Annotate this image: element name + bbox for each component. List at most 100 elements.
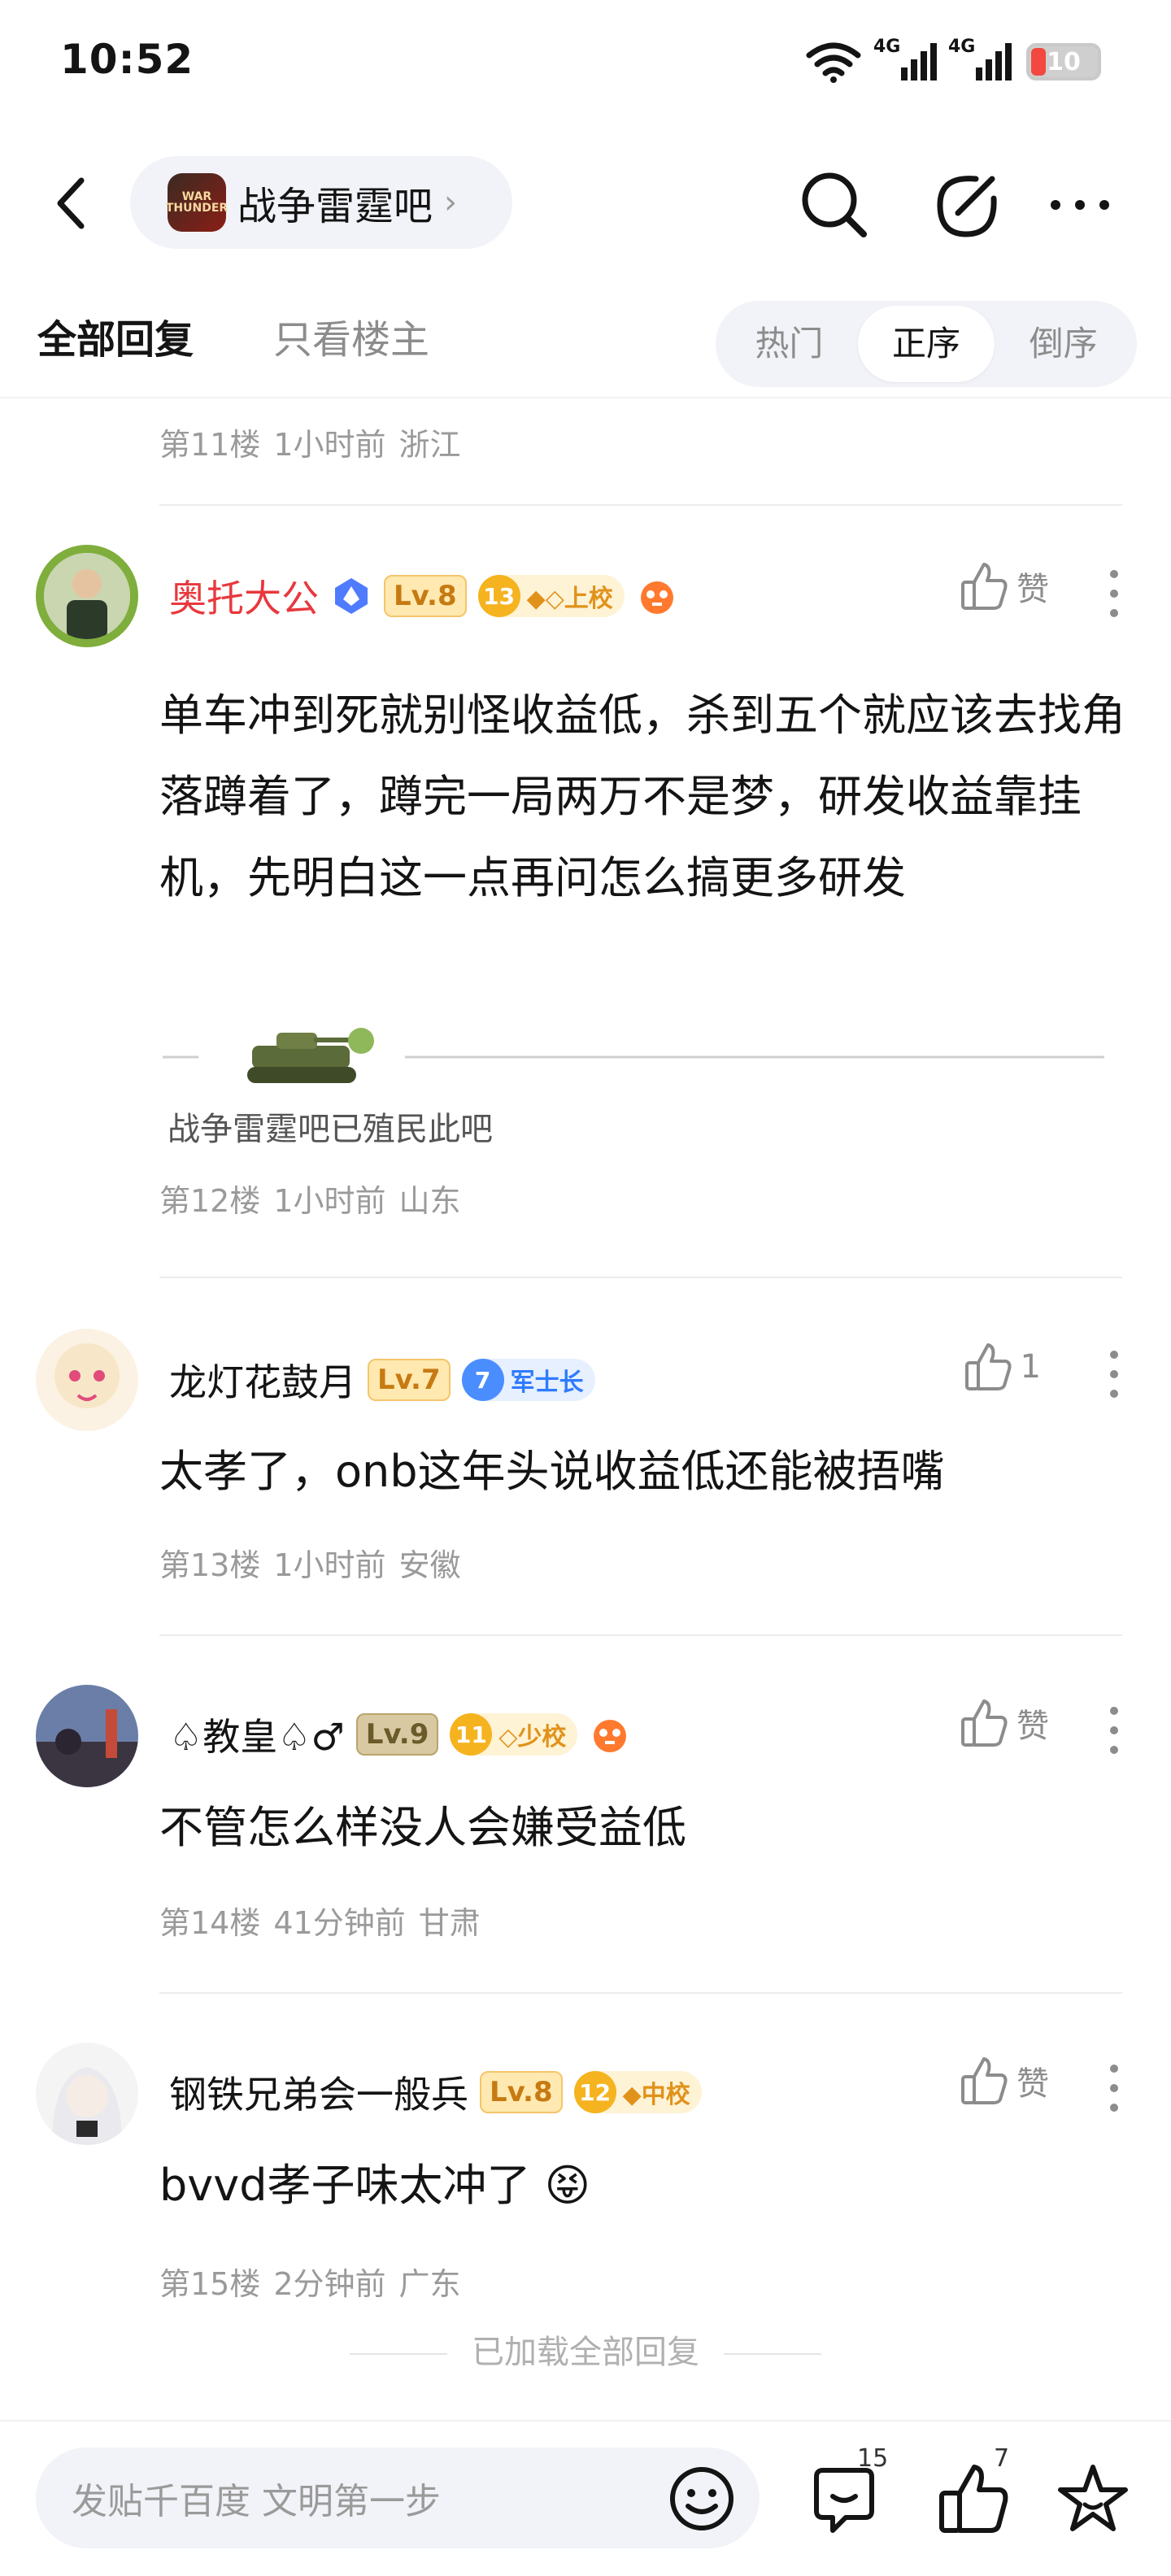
like-button[interactable]: 赞	[960, 2056, 1049, 2106]
rank-title: ◆中校	[622, 2081, 690, 2109]
like-label: 赞	[1016, 2065, 1049, 2103]
share-edit-icon[interactable]	[927, 166, 1005, 244]
level-badge: Lv.8	[384, 575, 467, 617]
more-vertical-icon[interactable]	[1106, 1348, 1122, 1400]
gamepad-icon	[640, 581, 673, 614]
rank-number: 7	[461, 1359, 504, 1401]
user-row: 钢铁兄弟会一般兵 Lv.8 12 ◆中校	[169, 2064, 702, 2121]
gamepad-icon	[594, 1720, 627, 1752]
username[interactable]: ♤教皇♤♂	[169, 1708, 345, 1761]
floor-number: 第14楼	[159, 1905, 261, 1941]
avatar-image	[36, 1685, 138, 1787]
sort-ascending[interactable]: 正序	[857, 306, 995, 382]
avatar-image	[44, 553, 130, 639]
star-icon[interactable]	[1054, 2461, 1132, 2539]
rank-title: ◆◇上校	[526, 585, 613, 613]
rank-number: 12	[573, 2071, 616, 2113]
tank-divider-icon	[163, 1028, 1104, 1083]
floor-number: 第12楼	[159, 1183, 261, 1219]
tab-owner-only[interactable]: 只看楼主	[273, 307, 429, 364]
divider	[159, 504, 1122, 506]
reply-input[interactable]: 发贴千百度 文明第一步	[36, 2448, 760, 2548]
more-vertical-icon[interactable]	[1106, 568, 1122, 620]
rank-badge: 11 ◇少校	[450, 1713, 578, 1756]
load-all-notice: 已加载全部回复	[0, 2326, 1171, 2373]
floor-number: 第11楼	[159, 427, 261, 463]
status-time: 10:52	[60, 36, 194, 83]
like-button[interactable]: 1	[964, 1342, 1041, 1392]
username[interactable]: 奥托大公	[169, 569, 319, 623]
sort-descending[interactable]: 倒序	[995, 306, 1132, 382]
floor-number: 第15楼	[159, 2266, 261, 2302]
user-row: 奥托大公 Lv.8 13 ◆◇上校	[169, 568, 678, 624]
network-label-1: 4G	[873, 37, 901, 57]
like-button[interactable]: 赞	[960, 1698, 1049, 1748]
rank-number: 13	[477, 575, 520, 617]
post-meta: 第14楼 41分钟前 甘肃	[159, 1898, 494, 1943]
wifi-icon	[806, 42, 861, 83]
username[interactable]: 龙灯花鼓月	[169, 1353, 356, 1407]
bottom-bar: 发贴千百度 文明第一步 15 7	[0, 2420, 1171, 2576]
avatar[interactable]	[36, 1685, 138, 1787]
level-badge: Lv.8	[480, 2071, 563, 2113]
vip-crown-icon	[335, 578, 368, 614]
battery-icon: 10	[1026, 43, 1101, 80]
reply-content: 太孝了，onb这年头说收益低还能被捂嘴	[159, 1446, 945, 1497]
divider	[159, 1634, 1122, 1636]
post-location: 安徽	[398, 1547, 461, 1583]
reply-content: bvvd孝子味太冲了 😝	[159, 2160, 590, 2211]
tab-all-replies[interactable]: 全部回复	[37, 307, 194, 364]
thumbs-up-icon	[964, 1343, 1012, 1390]
avatar[interactable]	[36, 545, 138, 647]
tabs-bar: 全部回复 只看楼主 热门 正序 倒序	[0, 293, 1171, 398]
back-icon[interactable]	[49, 174, 98, 233]
header: WAR THUNDER 战争雷霆吧 ›	[0, 154, 1171, 252]
emoji-icon[interactable]	[667, 2464, 737, 2534]
thumbs-up-icon	[961, 563, 1008, 610]
sort-hot[interactable]: 热门	[720, 306, 858, 382]
post-location: 广东	[398, 2266, 461, 2302]
rank-number: 11	[450, 1713, 493, 1756]
post-time: 1小时前	[273, 1183, 386, 1219]
avatar-image	[36, 2043, 138, 2145]
rank-badge: 13 ◆◇上校	[477, 575, 625, 617]
forum-name: 战争雷霆吧	[237, 184, 433, 229]
more-vertical-icon[interactable]	[1106, 2062, 1122, 2114]
divider	[159, 1277, 1122, 1278]
post-time: 1小时前	[273, 1547, 386, 1583]
avatar[interactable]	[36, 1329, 138, 1431]
signal-icon-2: 4G	[948, 37, 1012, 80]
post-meta: 第13楼 1小时前 安徽	[159, 1540, 474, 1585]
search-icon[interactable]	[795, 166, 873, 244]
post-location: 浙江	[398, 427, 461, 463]
reply-content: 单车冲到死就别怪收益低，杀到五个就应该去找角落蹲着了，蹲完一局两万不是梦，研发收…	[159, 690, 1125, 903]
load-all-text: 已加载全部回复	[472, 2334, 699, 2371]
signature: 战争雷霆吧已殖民此吧	[168, 1111, 493, 1148]
rank-title: 军士长	[510, 1368, 584, 1397]
user-row: ♤教皇♤♂ Lv.9 11 ◇少校	[169, 1706, 631, 1763]
like-count: 1	[1020, 1348, 1041, 1386]
level-badge: Lv.9	[355, 1713, 439, 1756]
avatar[interactable]	[36, 2043, 138, 2145]
more-icon[interactable]	[1041, 166, 1119, 244]
rank-title: ◇少校	[498, 1723, 567, 1751]
post-meta: 第11楼 1小时前 浙江	[159, 420, 474, 464]
rank-badge: 7 军士长	[461, 1359, 595, 1401]
reply-content: 不管怎么样没人会嫌受益低	[159, 1802, 686, 1853]
more-vertical-icon[interactable]	[1106, 1704, 1122, 1756]
status-icons: 4G 4G 10	[805, 37, 1101, 83]
username[interactable]: 钢铁兄弟会一般兵	[169, 2065, 468, 2119]
like-button[interactable]: 赞	[960, 561, 1049, 611]
post-location: 甘肃	[418, 1905, 481, 1941]
post-time: 1小时前	[273, 427, 386, 463]
signal-icon-1: 4G	[873, 37, 937, 80]
forum-pill[interactable]: WAR THUNDER 战争雷霆吧 ›	[130, 156, 512, 249]
status-bar: 10:52 4G 4G 10	[0, 0, 1171, 122]
level-badge: Lv.7	[368, 1359, 451, 1401]
battery-level: 10	[1047, 47, 1081, 76]
post-time: 41分钟前	[273, 1905, 406, 1941]
like-count: 7	[994, 2444, 1010, 2473]
forum-logo: WAR THUNDER	[166, 173, 228, 232]
floor-number: 第13楼	[159, 1547, 261, 1583]
post-meta: 第12楼 1小时前 山东	[159, 1176, 474, 1221]
